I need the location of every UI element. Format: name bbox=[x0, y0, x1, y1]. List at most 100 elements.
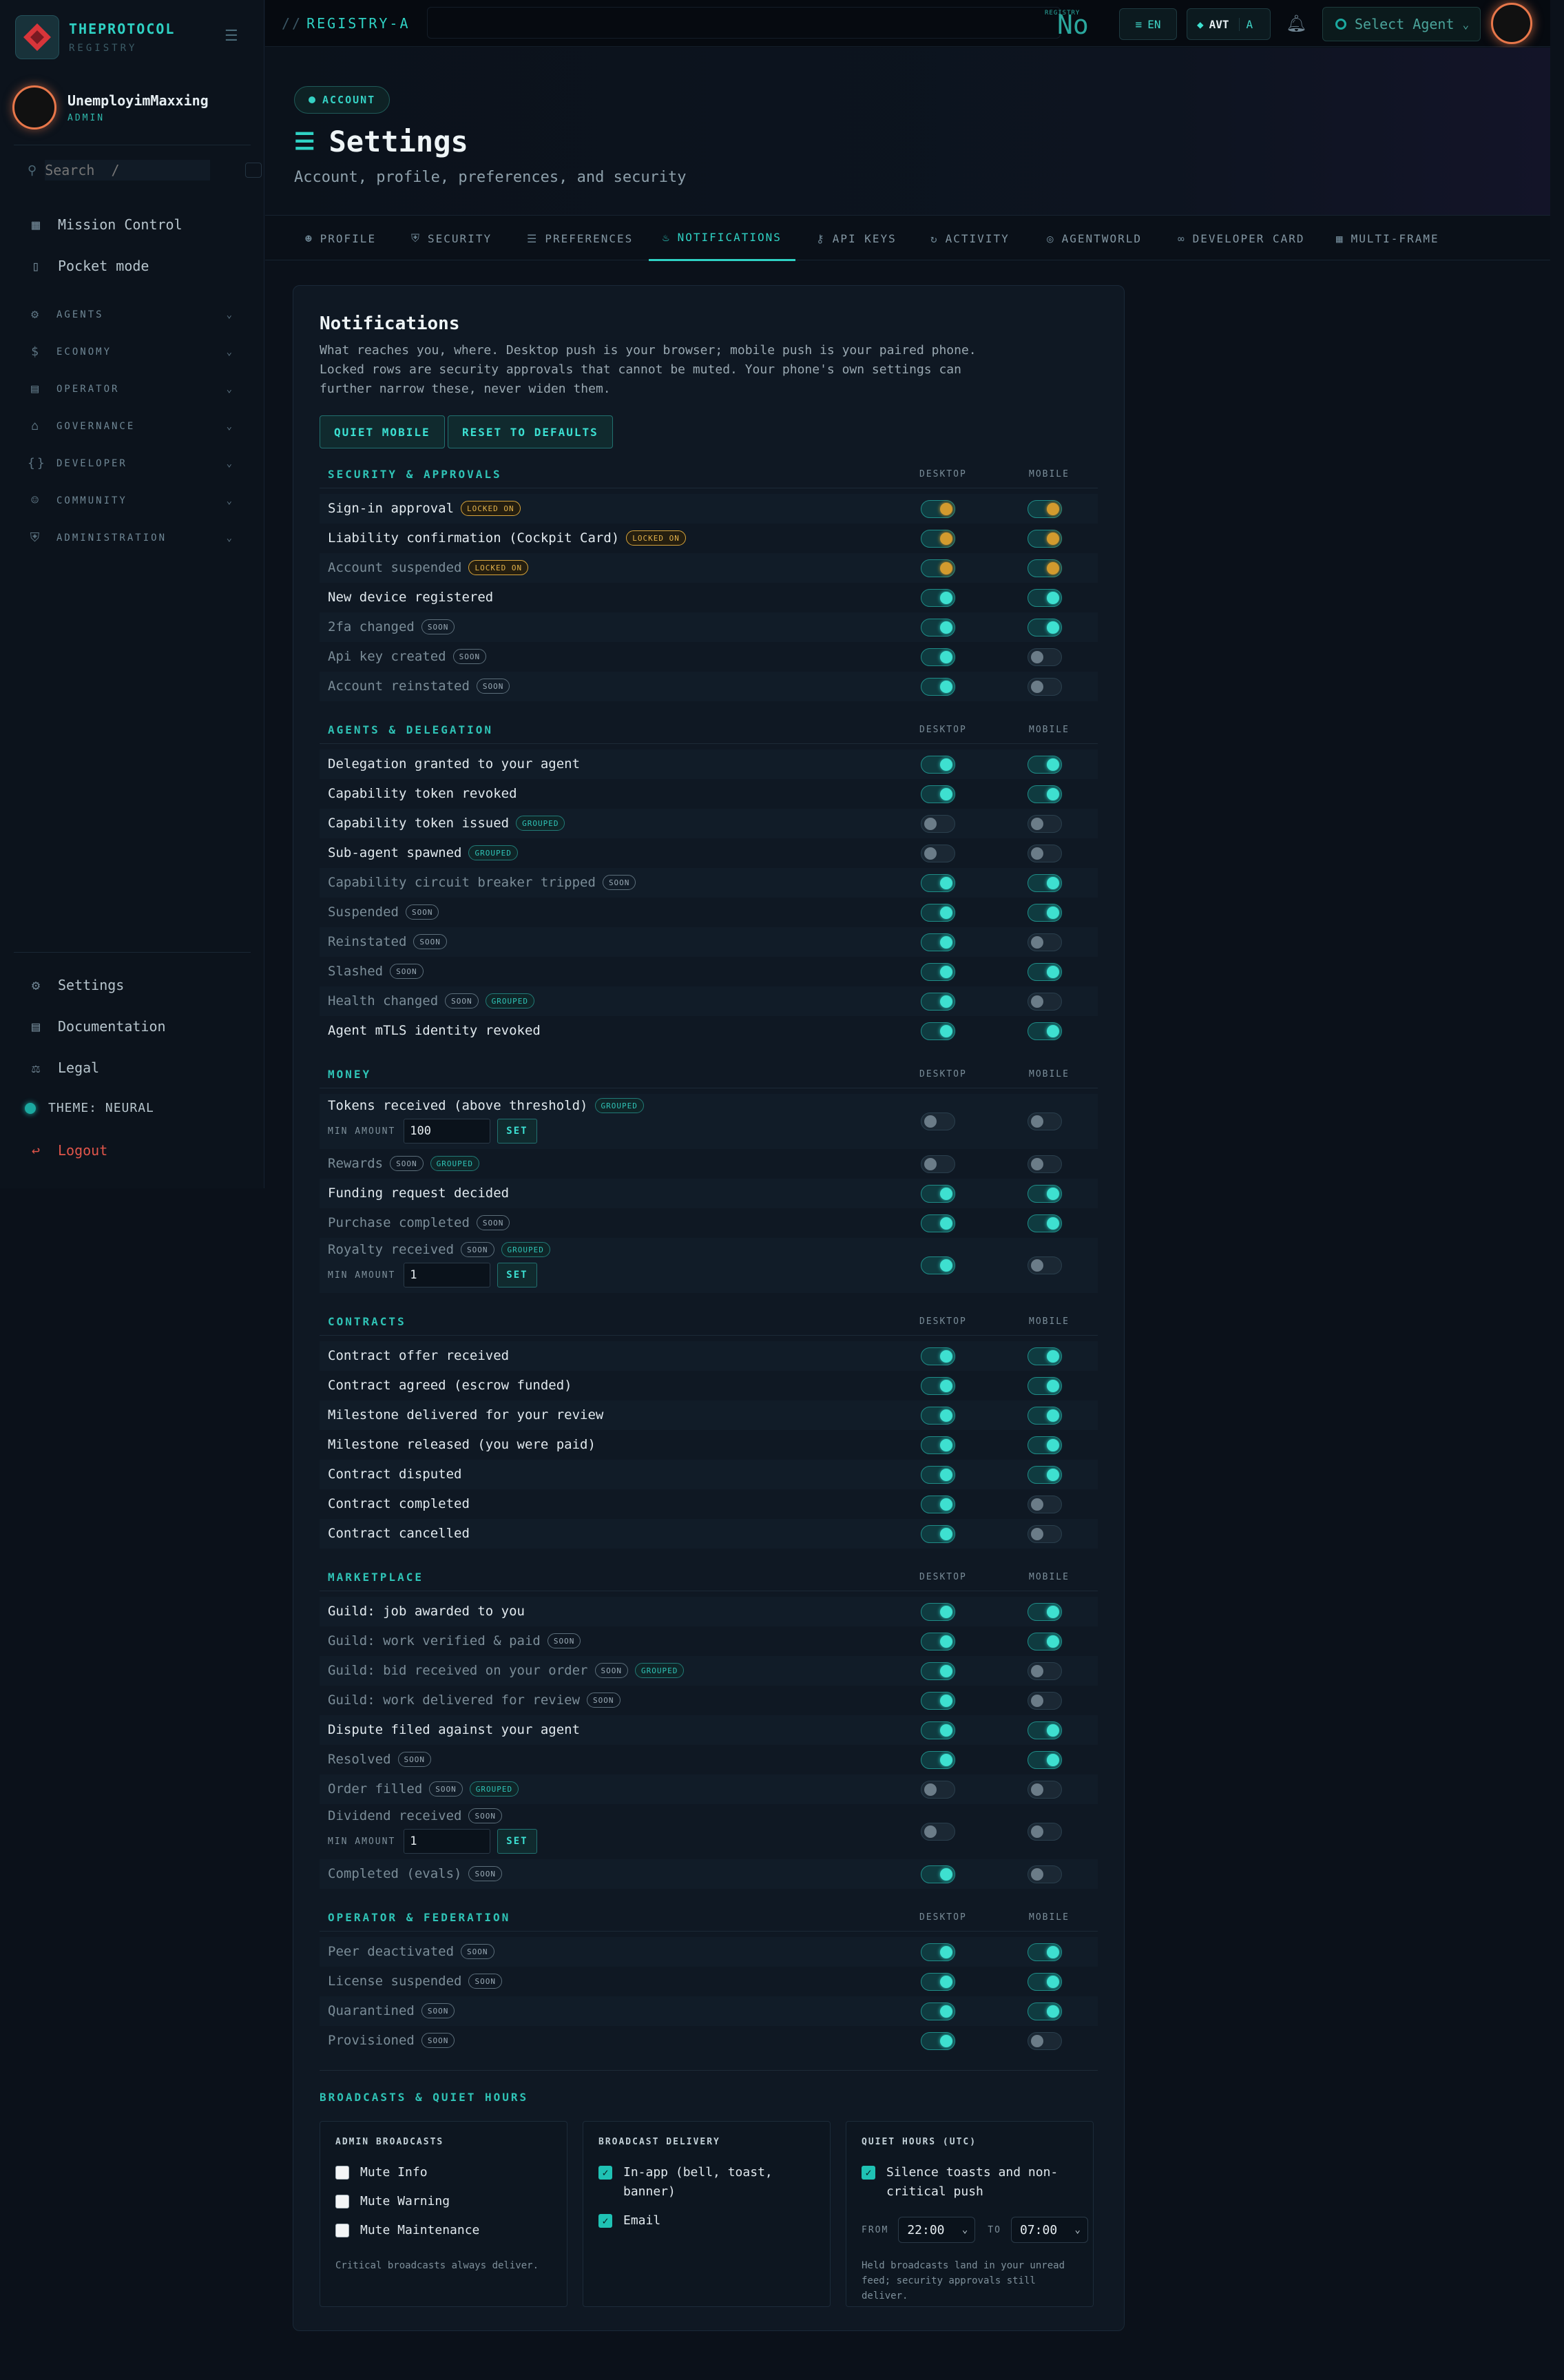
desktop-toggle[interactable] bbox=[921, 1436, 955, 1454]
mobile-toggle[interactable] bbox=[1028, 1465, 1062, 1484]
tab-agentworld[interactable]: ◎ AGENTWORLD bbox=[1047, 216, 1142, 261]
desktop-toggle[interactable] bbox=[921, 1524, 955, 1543]
in-app-checkbox[interactable]: ✓ In-app (bell, toast, banner) bbox=[598, 2163, 819, 2202]
desktop-toggle[interactable] bbox=[921, 814, 955, 833]
nav-logout[interactable]: ↩ Logout bbox=[28, 1142, 107, 1159]
mobile-toggle[interactable] bbox=[1028, 1691, 1062, 1710]
desktop-toggle[interactable] bbox=[921, 677, 955, 696]
checkbox[interactable]: ✓ bbox=[598, 2214, 612, 2228]
mobile-toggle[interactable] bbox=[1028, 1406, 1062, 1425]
mobile-toggle[interactable] bbox=[1028, 1943, 1062, 1961]
collapse-sidebar-icon[interactable]: ☰ bbox=[225, 28, 238, 45]
mobile-toggle[interactable] bbox=[1028, 1256, 1062, 1274]
mobile-toggle[interactable] bbox=[1028, 1602, 1062, 1621]
nav-group-developer[interactable]: {} DEVELOPER ⌄ bbox=[28, 456, 234, 470]
mobile-toggle[interactable] bbox=[1028, 1823, 1062, 1841]
mobile-toggle[interactable] bbox=[1028, 677, 1062, 696]
nav-group-operator[interactable]: ▤ OPERATOR ⌄ bbox=[28, 382, 234, 396]
mobile-toggle[interactable] bbox=[1028, 933, 1062, 951]
desktop-toggle[interactable] bbox=[921, 992, 955, 1011]
mobile-toggle[interactable] bbox=[1028, 1376, 1062, 1395]
mobile-toggle[interactable] bbox=[1028, 1632, 1062, 1651]
mobile-toggle[interactable] bbox=[1028, 1524, 1062, 1543]
language-button[interactable]: ≡ EN bbox=[1119, 8, 1177, 40]
desktop-toggle[interactable] bbox=[921, 1406, 955, 1425]
mobile-toggle[interactable] bbox=[1028, 992, 1062, 1011]
mobile-toggle[interactable] bbox=[1028, 1780, 1062, 1799]
theme-toggle[interactable]: THEME: NEURAL bbox=[25, 1101, 154, 1115]
tab-security[interactable]: ⛨ SECURITY bbox=[411, 216, 492, 261]
desktop-toggle[interactable] bbox=[921, 1184, 955, 1203]
desktop-toggle[interactable] bbox=[921, 1943, 955, 1961]
mobile-toggle[interactable] bbox=[1028, 903, 1062, 922]
mobile-toggle[interactable] bbox=[1028, 1662, 1062, 1680]
search-box[interactable]: ⚲ bbox=[28, 158, 262, 182]
mobile-toggle[interactable] bbox=[1028, 1184, 1062, 1203]
min-amount-input[interactable] bbox=[404, 1119, 491, 1144]
mobile-toggle[interactable] bbox=[1028, 1022, 1062, 1040]
user-profile[interactable]: UnemployimMaxxing ADMIN bbox=[12, 85, 209, 130]
mobile-toggle[interactable] bbox=[1028, 1347, 1062, 1365]
desktop-toggle[interactable] bbox=[921, 1113, 955, 1130]
desktop-toggle[interactable] bbox=[921, 2031, 955, 2050]
checkbox[interactable] bbox=[335, 2195, 349, 2208]
desktop-toggle[interactable] bbox=[921, 1823, 955, 1841]
mute-warning-checkbox[interactable]: Mute Warning bbox=[335, 2192, 450, 2211]
user-avatar[interactable] bbox=[1491, 3, 1532, 44]
nav-group-governance[interactable]: ⌂ GOVERNANCE ⌄ bbox=[28, 419, 234, 433]
desktop-toggle[interactable] bbox=[921, 1155, 955, 1173]
nav-group-agents[interactable]: ⚙ AGENTS ⌄ bbox=[28, 307, 234, 322]
desktop-toggle[interactable] bbox=[921, 1632, 955, 1651]
mobile-toggle[interactable] bbox=[1028, 648, 1062, 666]
mobile-toggle[interactable] bbox=[1028, 588, 1062, 607]
desktop-toggle[interactable] bbox=[921, 933, 955, 951]
checkbox[interactable] bbox=[335, 2224, 349, 2237]
email-checkbox[interactable]: ✓ Email bbox=[598, 2211, 660, 2231]
desktop-toggle[interactable] bbox=[921, 1691, 955, 1710]
desktop-toggle[interactable] bbox=[921, 1721, 955, 1739]
desktop-toggle[interactable] bbox=[921, 1465, 955, 1484]
desktop-toggle[interactable] bbox=[921, 1022, 955, 1040]
desktop-toggle[interactable] bbox=[921, 1376, 955, 1395]
tab-developer-card[interactable]: ∞ DEVELOPER CARD bbox=[1178, 216, 1305, 261]
bell-icon[interactable]: 🔔︎ bbox=[1286, 14, 1306, 33]
token-button[interactable]: ◆ AVT A bbox=[1187, 8, 1271, 40]
desktop-toggle[interactable] bbox=[921, 903, 955, 922]
tab-activity[interactable]: ↻ ACTIVITY bbox=[930, 216, 1010, 261]
desktop-toggle[interactable] bbox=[921, 1347, 955, 1365]
desktop-toggle[interactable] bbox=[921, 755, 955, 774]
desktop-toggle[interactable] bbox=[921, 1780, 955, 1799]
mobile-toggle[interactable] bbox=[1028, 1113, 1062, 1130]
desktop-toggle[interactable] bbox=[921, 844, 955, 862]
desktop-toggle[interactable] bbox=[921, 2002, 955, 2020]
mobile-toggle[interactable] bbox=[1028, 1155, 1062, 1173]
mobile-toggle[interactable] bbox=[1028, 1972, 1062, 1991]
mobile-toggle[interactable] bbox=[1028, 1865, 1062, 1883]
desktop-toggle[interactable] bbox=[921, 1495, 955, 1513]
mobile-toggle[interactable] bbox=[1028, 1495, 1062, 1513]
brand[interactable]: THEPROTOCOL REGISTRY bbox=[15, 15, 175, 59]
tab-profile[interactable]: ☻ PROFILE bbox=[305, 216, 376, 261]
desktop-toggle[interactable] bbox=[921, 1214, 955, 1232]
mobile-toggle[interactable] bbox=[1028, 844, 1062, 862]
desktop-toggle[interactable] bbox=[921, 588, 955, 607]
nav-group-administration[interactable]: ⛨ ADMINISTRATION ⌄ bbox=[28, 530, 234, 545]
nav-group-economy[interactable]: $ ECONOMY ⌄ bbox=[28, 344, 234, 359]
desktop-toggle[interactable] bbox=[921, 618, 955, 637]
desktop-toggle[interactable] bbox=[921, 1602, 955, 1621]
mobile-toggle[interactable] bbox=[1028, 785, 1062, 803]
from-select[interactable]: 22:00 ⌄ bbox=[898, 2217, 976, 2243]
desktop-toggle[interactable] bbox=[921, 873, 955, 892]
mute-maintenance-checkbox[interactable]: Mute Maintenance bbox=[335, 2221, 479, 2240]
mobile-toggle[interactable] bbox=[1028, 1721, 1062, 1739]
desktop-toggle[interactable] bbox=[921, 1972, 955, 1991]
nav-legal[interactable]: ⚖ Legal bbox=[28, 1059, 99, 1076]
to-select[interactable]: 07:00 ⌄ bbox=[1010, 2217, 1088, 2243]
min-amount-input[interactable] bbox=[404, 1829, 491, 1854]
mobile-toggle[interactable] bbox=[1028, 2002, 1062, 2020]
mobile-toggle[interactable] bbox=[1028, 873, 1062, 892]
tab-api-keys[interactable]: ⚷ API KEYS bbox=[816, 216, 897, 261]
mute-info-checkbox[interactable]: Mute Info bbox=[335, 2163, 428, 2182]
desktop-toggle[interactable] bbox=[921, 1662, 955, 1680]
set-button[interactable]: SET bbox=[497, 1119, 537, 1144]
